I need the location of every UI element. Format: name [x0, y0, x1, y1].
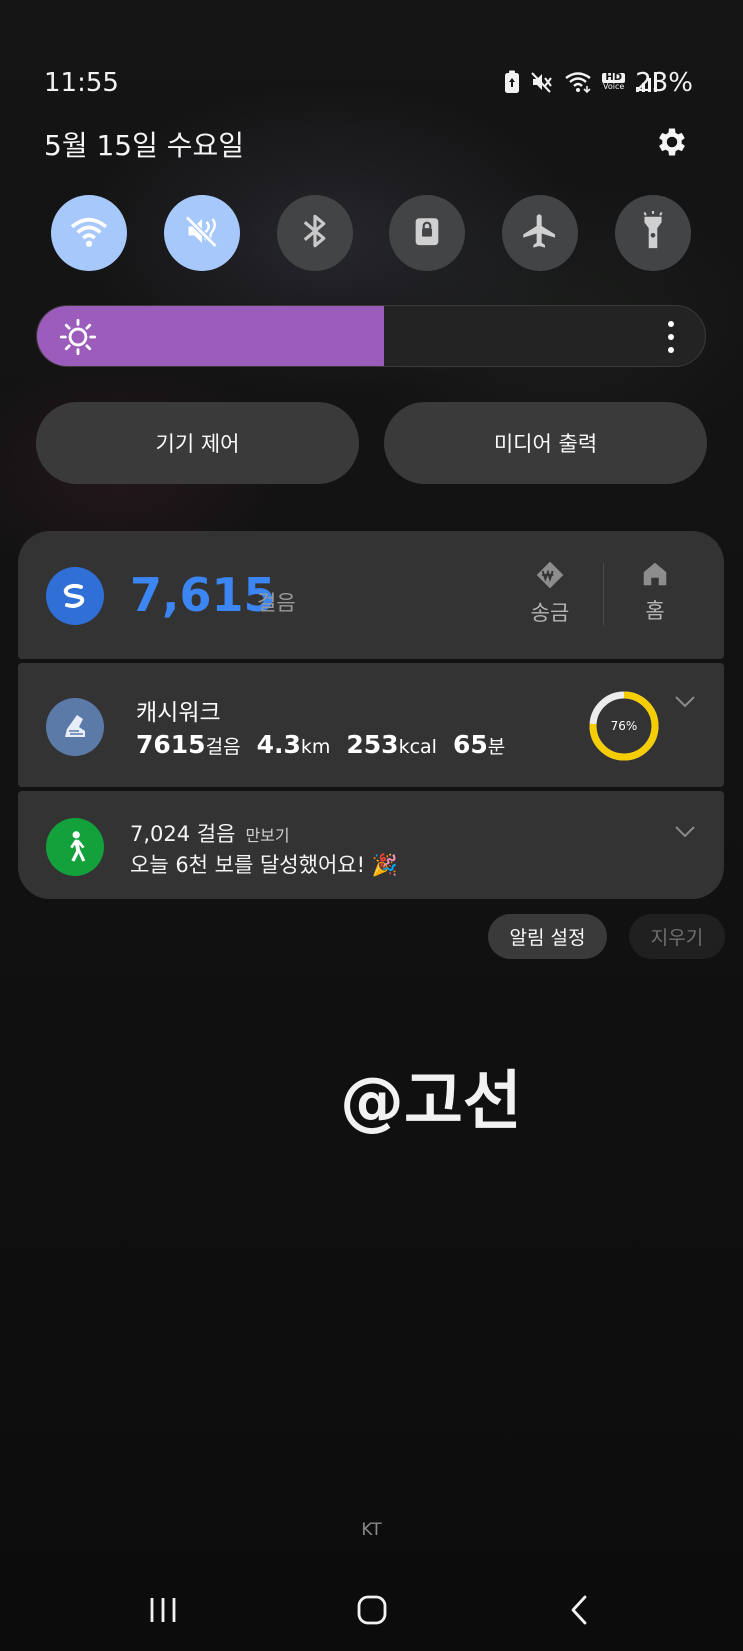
- navigation-bar: [0, 1585, 743, 1635]
- progress-label: 76%: [610, 719, 638, 733]
- mute-icon: [183, 213, 221, 253]
- home-icon[interactable]: [342, 1585, 402, 1635]
- cashwalk-distance: 4.3: [256, 730, 301, 759]
- action-divider: [603, 563, 604, 625]
- pay-step-count: 7,615: [130, 568, 276, 622]
- pay-app-icon: [46, 567, 104, 625]
- cashwalk-calories-unit: kcal: [398, 736, 437, 758]
- progress-ring: 76%: [588, 690, 660, 762]
- pedometer-title: 7,024 걸음 만보기: [130, 818, 290, 848]
- shoe-icon: [46, 698, 104, 756]
- flashlight-toggle[interactable]: [614, 195, 691, 271]
- wifi-icon: [564, 70, 592, 94]
- status-time: 11:55: [44, 68, 119, 98]
- wifi-icon: [69, 214, 109, 252]
- home-icon: [620, 559, 690, 589]
- brightness-slider[interactable]: [36, 305, 706, 367]
- rotation-lock-toggle[interactable]: [389, 195, 466, 271]
- home-label: 홈: [645, 599, 665, 623]
- pay-step-unit: 걸음: [257, 591, 296, 615]
- device-control-button[interactable]: 기기 제어: [36, 402, 359, 484]
- clear-notifications-button[interactable]: 지우기: [629, 914, 725, 959]
- battery-percent: 23%: [635, 68, 693, 98]
- send-money-button[interactable]: 송금: [515, 559, 585, 627]
- bluetooth-icon: [300, 212, 330, 254]
- bluetooth-toggle[interactable]: [276, 195, 353, 271]
- lock-icon: [410, 213, 444, 253]
- pedometer-notification[interactable]: [18, 791, 724, 899]
- pedometer-message: 오늘 6천 보를 달성했어요! 🎉: [130, 853, 398, 877]
- chevron-down-icon[interactable]: [674, 694, 696, 708]
- cashwalk-steps-unit: 걸음: [205, 736, 241, 758]
- carrier-label: KT: [361, 1520, 382, 1540]
- gear-icon[interactable]: [654, 124, 690, 160]
- sound-toggle[interactable]: [163, 195, 240, 271]
- media-output-button[interactable]: 미디어 출력: [384, 402, 707, 484]
- chevron-down-icon[interactable]: [674, 824, 696, 838]
- wifi-toggle[interactable]: [51, 195, 127, 271]
- cashwalk-calories: 253: [346, 730, 399, 759]
- sun-icon: [59, 318, 97, 360]
- cashwalk-minutes: 65: [452, 730, 488, 759]
- date-label: 5월 15일 수요일: [44, 129, 245, 162]
- watermark-text: @고선: [340, 1065, 522, 1139]
- back-icon[interactable]: [550, 1585, 610, 1635]
- pedometer-app-name: 만보기: [245, 826, 290, 845]
- pay-steps-notification[interactable]: [18, 531, 724, 659]
- notification-settings-button[interactable]: 알림 설정: [488, 914, 607, 959]
- walking-person-icon: [46, 818, 104, 876]
- airplane-toggle[interactable]: [502, 195, 579, 271]
- won-icon: [515, 559, 585, 591]
- cashwalk-distance-unit: km: [300, 736, 331, 758]
- flashlight-icon: [638, 211, 668, 255]
- quick-settings-row: [51, 195, 691, 271]
- battery-saver-icon: [504, 70, 520, 94]
- pedometer-steps: 7,024 걸음: [130, 822, 236, 846]
- cashwalk-stats: 7615걸음 4.3km 253kcal 65분: [136, 730, 521, 759]
- home-button[interactable]: 홈: [620, 559, 690, 625]
- status-icons: HD Voice: [504, 70, 657, 94]
- hd-voice-icon: HD Voice: [602, 73, 625, 91]
- voice-label: Voice: [603, 82, 625, 91]
- cashwalk-steps: 7615: [136, 730, 206, 759]
- more-options-icon[interactable]: [667, 320, 675, 358]
- send-money-label: 송금: [530, 601, 570, 625]
- mute-icon: [530, 70, 554, 94]
- cashwalk-title: 캐시워크: [136, 700, 221, 726]
- airplane-icon: [520, 211, 560, 255]
- cashwalk-minutes-unit: 분: [487, 736, 506, 758]
- recents-icon[interactable]: [133, 1585, 193, 1635]
